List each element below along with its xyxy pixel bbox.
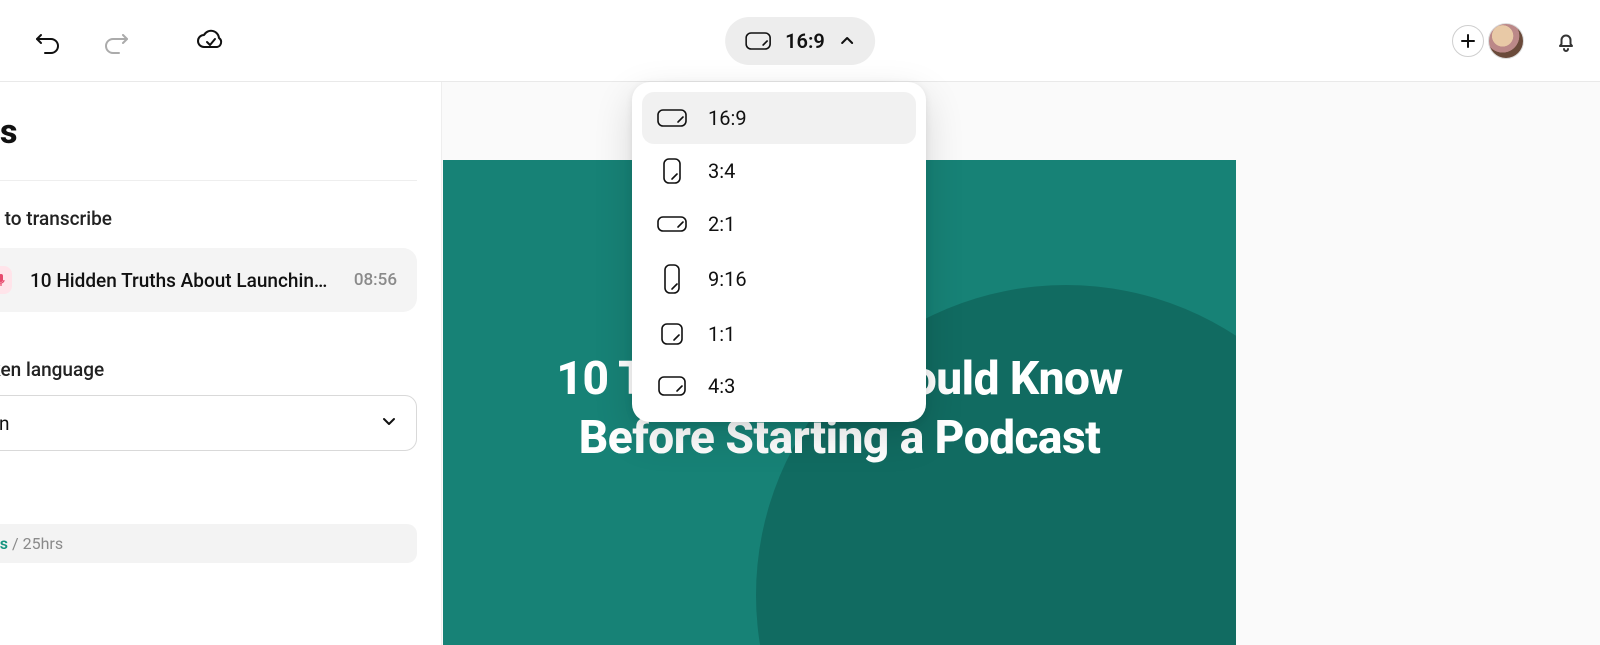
- aspect-ratio-option-icon: [656, 375, 688, 397]
- aspect-ratio-option-label: 3:4: [708, 159, 735, 183]
- add-button[interactable]: [1452, 25, 1484, 57]
- aspect-ratio-option-label: 9:16: [708, 267, 747, 291]
- language-section-label: oken language: [0, 358, 417, 381]
- aspect-ratio-option-label: 2:1: [708, 212, 735, 236]
- aspect-ratio-option-16-9[interactable]: 16:9: [642, 92, 916, 144]
- aspect-ratio-option-label: 16:9: [708, 106, 747, 130]
- language-select[interactable]: n: [0, 395, 417, 451]
- quota-display: rs / 25hrs: [0, 524, 417, 563]
- divider: [0, 180, 417, 181]
- aspect-ratio-option-icon: [656, 107, 688, 129]
- aspect-ratio-option-label: 1:1: [708, 322, 735, 346]
- transcribe-file-card[interactable]: 10 Hidden Truths About Launching ... 08:…: [0, 248, 417, 312]
- aspect-ratio-option-3-4[interactable]: 3:4: [642, 144, 916, 198]
- undo-button[interactable]: [30, 25, 66, 57]
- language-value: n: [0, 412, 10, 435]
- aspect-ratio-current: 16:9: [785, 29, 825, 53]
- chevron-up-icon: [839, 33, 855, 49]
- toolbar-right-group: [1452, 23, 1580, 59]
- sidebar-panel: es es to transcribe 10 Hidden Truths Abo…: [0, 82, 442, 645]
- aspect-ratio-option-1-1[interactable]: 1:1: [642, 308, 916, 360]
- main-area: es es to transcribe 10 Hidden Truths Abo…: [0, 82, 1600, 645]
- chevron-down-icon: [380, 412, 398, 435]
- aspect-ratio-option-label: 4:3: [708, 374, 735, 398]
- aspect-ratio-option-icon: [656, 215, 688, 233]
- file-name: 10 Hidden Truths About Launching ...: [30, 269, 336, 292]
- redo-button[interactable]: [98, 25, 134, 57]
- aspect-ratio-option-2-1[interactable]: 2:1: [642, 198, 916, 250]
- microphone-icon: [0, 266, 12, 294]
- quota-total: 25hrs: [23, 534, 63, 553]
- toolbar-left-group: [30, 25, 228, 57]
- aspect-ratio-selector[interactable]: 16:9: [725, 17, 875, 65]
- aspect-ratio-option-icon: [656, 322, 688, 346]
- quota-section-label: le: [0, 487, 417, 510]
- aspect-ratio-option-9-16[interactable]: 9:16: [642, 250, 916, 308]
- transcribe-section-label: es to transcribe: [0, 207, 417, 230]
- aspect-ratio-icon: [745, 31, 771, 51]
- notifications-icon[interactable]: [1552, 27, 1580, 55]
- top-toolbar: 16:9: [0, 0, 1600, 82]
- quota-used: rs: [0, 534, 8, 553]
- aspect-ratio-option-icon: [656, 264, 688, 294]
- file-duration: 08:56: [354, 270, 397, 290]
- aspect-ratio-dropdown: 16:9 3:4 2:1 9:16 1:1 4:3: [632, 82, 926, 422]
- cloud-sync-icon[interactable]: [192, 25, 228, 57]
- sidebar-title: es: [0, 112, 417, 152]
- quota-sep: /: [12, 534, 19, 553]
- aspect-ratio-option-icon: [656, 158, 688, 184]
- user-avatar[interactable]: [1488, 23, 1524, 59]
- aspect-ratio-option-4-3[interactable]: 4:3: [642, 360, 916, 412]
